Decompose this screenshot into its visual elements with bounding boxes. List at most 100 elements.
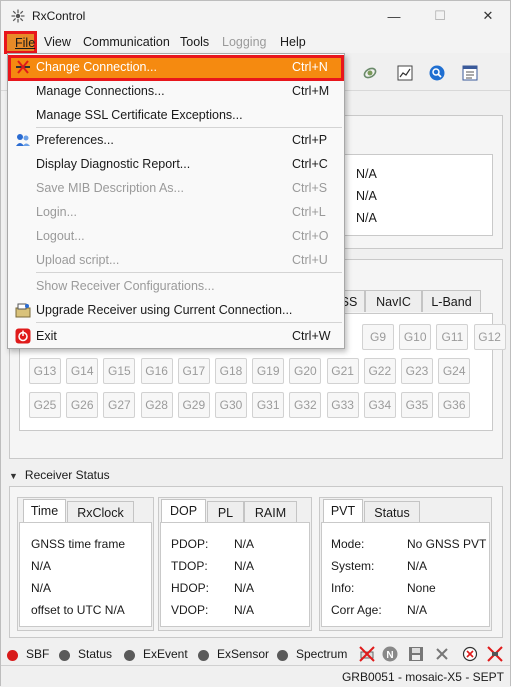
satellite-button[interactable]: G19: [252, 358, 285, 384]
status-led-label: Status: [78, 647, 113, 661]
svg-text:N: N: [386, 650, 393, 661]
menu-diagnostic-report-shortcut: Ctrl+C: [292, 157, 328, 171]
menu-login[interactable]: Login... Ctrl+L: [8, 200, 344, 224]
minimize-icon[interactable]: —: [371, 1, 417, 31]
menu-communication[interactable]: Communication: [83, 35, 170, 49]
menu-login-shortcut: Ctrl+L: [292, 205, 326, 219]
menu-upgrade-receiver[interactable]: Upgrade Receiver using Current Connectio…: [8, 298, 344, 322]
satellite-button[interactable]: G30: [215, 392, 247, 418]
tab-navic-label: NavIC: [376, 295, 411, 309]
status-led-label: Spectrum: [296, 647, 348, 661]
menu-manage-connections[interactable]: Manage Connections... Ctrl+M: [8, 79, 344, 103]
satellite-button[interactable]: G36: [438, 392, 471, 418]
menu-help-label: Help: [280, 35, 306, 49]
tab-raim[interactable]: RAIM: [244, 501, 297, 523]
tab-lband[interactable]: L-Band: [422, 290, 481, 312]
dop-label: VDOP:: [171, 603, 209, 617]
satellite-button[interactable]: G22: [363, 358, 396, 384]
tab-pvt[interactable]: PVT: [323, 499, 363, 523]
satellite-button[interactable]: G31: [252, 392, 285, 418]
menu-show-configurations[interactable]: Show Receiver Configurations...: [8, 274, 344, 298]
menu-change-connection-shortcut: Ctrl+N: [292, 60, 328, 74]
tab-pl-label: PL: [217, 506, 234, 520]
rxcontrol-logo-icon: [11, 9, 25, 23]
menu-manage-ssl[interactable]: Manage SSL Certificate Exceptions...: [8, 103, 344, 127]
preferences-icon: [16, 134, 30, 146]
satellite-button[interactable]: G15: [103, 358, 136, 384]
maximize-icon[interactable]: ☐: [417, 1, 463, 31]
menu-file[interactable]: File: [4, 31, 37, 54]
satellite-button[interactable]: G32: [289, 392, 322, 418]
tab-rxclock[interactable]: RxClock: [67, 501, 134, 523]
tab-navic[interactable]: NavIC: [365, 290, 422, 312]
time-line-4: offset to UTC N/A: [31, 603, 125, 617]
status-led-label: ExEvent: [143, 647, 188, 661]
time-line-2: N/A: [31, 559, 52, 573]
file-menu-dropdown: Change Connection... Ctrl+N Manage Conne…: [7, 53, 345, 349]
stop-icon: [462, 646, 478, 662]
dop-value: N/A: [234, 581, 255, 595]
satellite-button[interactable]: G20: [289, 358, 322, 384]
tab-raim-label: RAIM: [254, 506, 287, 520]
menu-exit[interactable]: Exit Ctrl+W: [8, 324, 344, 348]
satellite-button[interactable]: G10: [399, 324, 432, 350]
menu-preferences[interactable]: Preferences... Ctrl+P: [8, 128, 344, 152]
satellite-button[interactable]: G12: [473, 324, 506, 350]
dop-label: HDOP:: [171, 581, 210, 595]
tab-status-label: Status: [374, 506, 410, 520]
menu-logout[interactable]: Logout... Ctrl+O: [8, 224, 344, 248]
satellite-button[interactable]: G16: [140, 358, 173, 384]
menu-communication-label: Communication: [83, 35, 170, 49]
form-icon[interactable]: [462, 65, 478, 81]
dop-value: N/A: [234, 603, 255, 617]
satellite-button[interactable]: G24: [438, 358, 471, 384]
tab-time-label: Time: [30, 504, 59, 518]
satellite-button[interactable]: G21: [326, 358, 359, 384]
receiver-status-header[interactable]: ▼ Receiver Status: [9, 468, 110, 482]
menu-file-label: File: [15, 36, 36, 50]
status-led-icon: [124, 650, 135, 661]
pvt-value: None: [407, 581, 436, 595]
menu-change-connection[interactable]: Change Connection... Ctrl+N: [8, 55, 344, 81]
close-icon[interactable]: ✕: [465, 1, 511, 31]
tab-dop-label: DOP: [169, 504, 198, 518]
satellite-button[interactable]: G27: [103, 392, 136, 418]
menu-upload-script[interactable]: Upload script... Ctrl+U: [8, 248, 344, 272]
satellite-button[interactable]: G34: [363, 392, 396, 418]
status-bar: GRB0051 - mosaic-X5 - SEPT: [1, 665, 510, 687]
satellite-button[interactable]: G14: [66, 358, 99, 384]
satellite-button[interactable]: G35: [401, 392, 433, 418]
tab-status[interactable]: Status: [364, 501, 420, 523]
satellite-button[interactable]: G17: [177, 358, 210, 384]
tab-time[interactable]: Time: [23, 499, 66, 523]
satellite-button[interactable]: G28: [140, 392, 173, 418]
satellite-button[interactable]: G11: [436, 324, 469, 350]
menu-logging-label: Logging: [222, 35, 267, 49]
menu-help[interactable]: Help: [280, 35, 306, 49]
menu-logging[interactable]: Logging: [222, 35, 267, 49]
tools-disabled-icon: [436, 648, 448, 660]
menu-logout-shortcut: Ctrl+O: [292, 229, 329, 243]
tab-pl[interactable]: PL: [207, 501, 244, 523]
satellite-button[interactable]: G25: [29, 392, 61, 418]
satellite-button[interactable]: G18: [215, 358, 247, 384]
chart-icon[interactable]: [397, 65, 413, 81]
info-value-2: N/A: [356, 189, 377, 203]
satellite-button[interactable]: G13: [29, 358, 61, 384]
search-icon[interactable]: [429, 65, 445, 81]
satellite-button[interactable]: G23: [401, 358, 433, 384]
menu-upgrade-receiver-label: Upgrade Receiver using Current Connectio…: [36, 303, 293, 317]
tab-lband-label: L-Band: [431, 295, 472, 309]
satellite-button[interactable]: G29: [177, 392, 210, 418]
menu-view[interactable]: View: [44, 35, 71, 49]
satellite-button[interactable]: G26: [66, 392, 99, 418]
menu-diagnostic-report[interactable]: Display Diagnostic Report... Ctrl+C: [8, 152, 344, 176]
satellite-icon[interactable]: [362, 65, 378, 81]
menu-save-mib[interactable]: Save MIB Description As... Ctrl+S: [8, 176, 344, 200]
menu-exit-label: Exit: [36, 329, 57, 343]
tab-dop[interactable]: DOP: [161, 499, 206, 523]
menu-tools[interactable]: Tools: [180, 35, 209, 49]
nmea-icon: N: [382, 646, 398, 662]
satellite-button[interactable]: G33: [326, 392, 359, 418]
satellite-button[interactable]: G9: [362, 324, 394, 350]
